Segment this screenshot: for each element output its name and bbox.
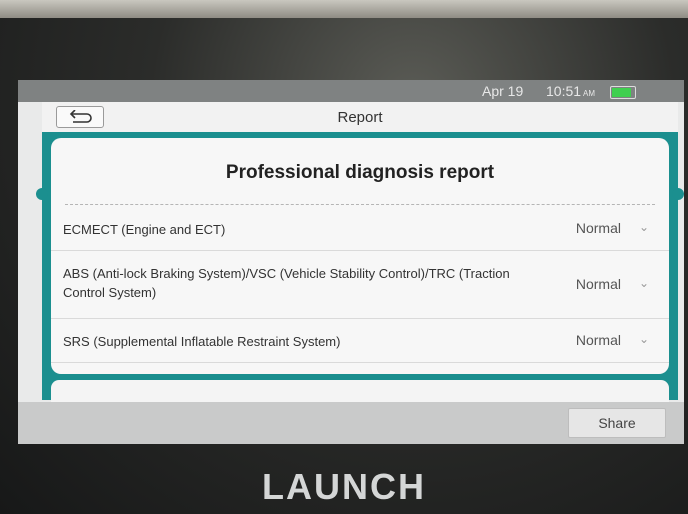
status-date: Apr 19 bbox=[482, 83, 524, 99]
card-notch-left bbox=[36, 188, 48, 200]
share-button[interactable]: Share bbox=[568, 408, 666, 438]
card-notch-right bbox=[672, 188, 684, 200]
next-report-card bbox=[51, 380, 669, 402]
device-bezel-top bbox=[0, 0, 688, 18]
battery-fill bbox=[612, 88, 631, 97]
chevron-down-icon[interactable]: ⌄ bbox=[639, 332, 649, 346]
page-title: Report bbox=[337, 109, 383, 126]
system-name: ECMECT (Engine and ECT) bbox=[63, 222, 226, 237]
bottom-toolbar: Share bbox=[18, 402, 684, 444]
status-bar: Apr 19 10:51 AM bbox=[18, 80, 684, 102]
title-divider bbox=[65, 204, 655, 205]
chevron-down-icon[interactable]: ⌄ bbox=[639, 276, 649, 290]
report-title: Professional diagnosis report bbox=[225, 162, 495, 183]
system-status: Normal bbox=[575, 332, 621, 348]
diagnosis-report-card: Professional diagnosis report ECMECT (En… bbox=[51, 138, 669, 374]
system-row-srs[interactable]: SRS (Supplemental Inflatable Restraint S… bbox=[51, 318, 669, 363]
system-status: Normal bbox=[575, 276, 621, 292]
system-name: ABS (Anti-lock Braking System)/VSC (Vehi… bbox=[63, 266, 510, 300]
device-body: Apr 19 10:51 AM Report Professional diagn… bbox=[0, 0, 688, 514]
system-row-abs[interactable]: ABS (Anti-lock Braking System)/VSC (Vehi… bbox=[51, 250, 669, 319]
chevron-down-icon[interactable]: ⌄ bbox=[639, 220, 649, 234]
status-time-value: 10:51 bbox=[546, 83, 582, 99]
device-brand-logo: LAUNCH bbox=[262, 466, 426, 507]
report-header: Report bbox=[42, 102, 678, 133]
screen: Apr 19 10:51 AM Report Professional diagn… bbox=[18, 80, 684, 444]
system-name: SRS (Supplemental Inflatable Restraint S… bbox=[63, 334, 341, 349]
system-status: Normal bbox=[575, 220, 621, 236]
status-ampm: AM bbox=[583, 89, 596, 98]
status-time: 10:51 AM bbox=[546, 83, 595, 99]
system-row-ecm[interactable]: ECMECT (Engine and ECT) Normal ⌄ bbox=[51, 206, 669, 251]
battery-icon bbox=[610, 86, 636, 99]
